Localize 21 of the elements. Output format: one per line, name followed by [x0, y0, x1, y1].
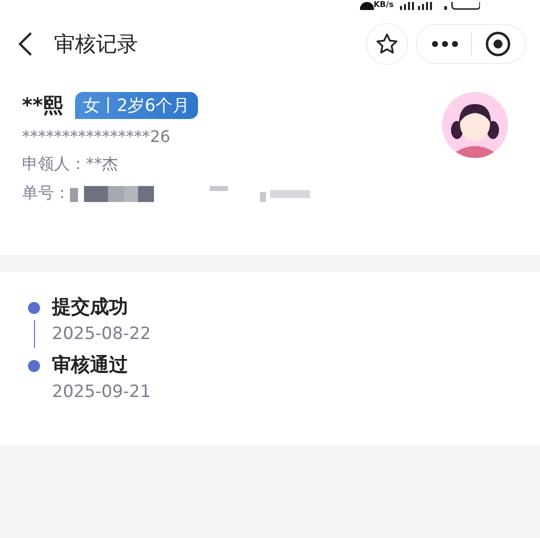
- star-icon: [375, 32, 399, 56]
- more-icon[interactable]: [431, 40, 460, 48]
- child-name: **熙: [22, 92, 63, 119]
- page-title: 审核记录: [54, 31, 138, 58]
- id-number: ****************26: [22, 127, 172, 146]
- gender-age-tag: 女丨2岁6个月: [74, 92, 198, 119]
- network-speed: KB/s: [374, 0, 394, 10]
- timeline-dot: [28, 360, 40, 372]
- signal-icon: [400, 2, 448, 10]
- applicant-name: **杰: [86, 154, 118, 173]
- step-date: 2025-09-21: [52, 382, 151, 402]
- step-date: 2025-08-22: [52, 324, 151, 344]
- avatar-icon: [442, 92, 508, 158]
- step-title: 审核通过: [52, 353, 129, 378]
- favorite-button[interactable]: [366, 23, 408, 65]
- step-title: 提交成功: [52, 295, 129, 320]
- battery-icon: [451, 2, 480, 10]
- order-label: 单号：: [22, 183, 70, 204]
- close-target-icon[interactable]: [484, 31, 511, 57]
- timeline-dot: [28, 302, 40, 314]
- applicant-label: 申领人：: [22, 154, 86, 173]
